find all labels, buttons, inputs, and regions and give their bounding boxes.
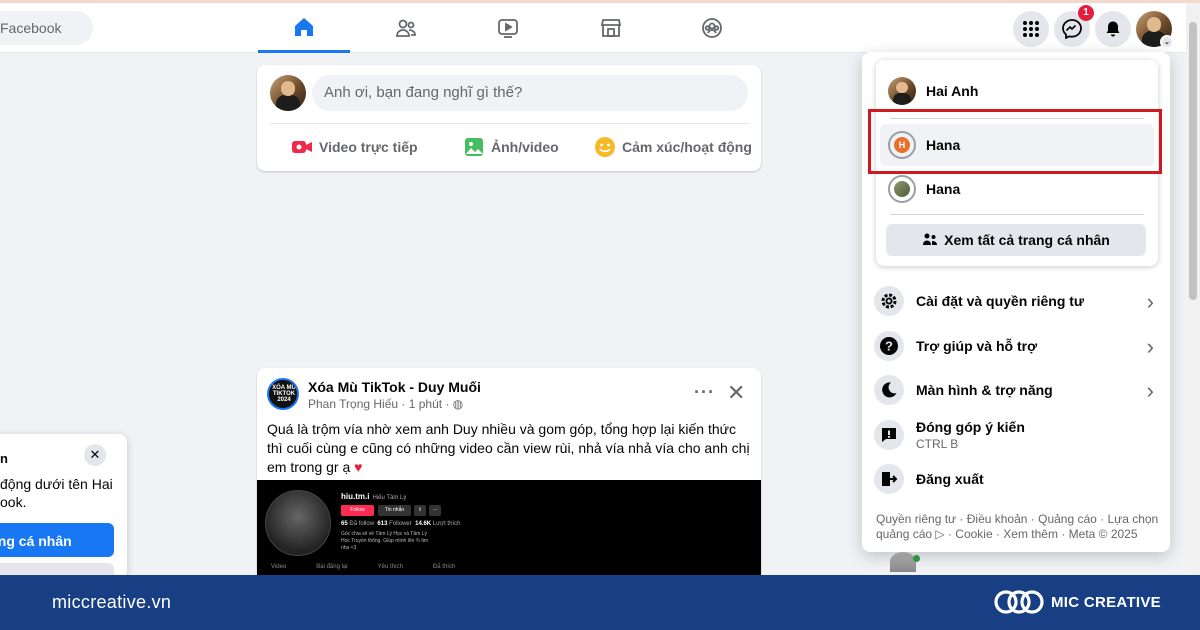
menu-grid-button[interactable] [1013, 11, 1049, 47]
feedback-icon [874, 420, 904, 450]
chevron-right-icon: › [1146, 378, 1154, 403]
messenger-icon [1062, 19, 1082, 39]
feeling-label: Cảm xúc/hoạt động [622, 139, 752, 155]
toast-title: n [0, 451, 8, 466]
bell-icon [1106, 21, 1120, 37]
messenger-button[interactable]: 1 [1054, 5, 1094, 47]
profile-avatar [888, 77, 916, 105]
tiktok-tab: Bài đăng lại [316, 564, 348, 570]
menu-item-help[interactable]: ? Trợ giúp và hỗ trợ › [872, 325, 1162, 367]
post-meta: Phan Trọng Hiếu · 1 phút · ◍ [308, 397, 464, 411]
contact-avatar[interactable] [890, 552, 916, 572]
top-navbar: Facebook 1 ⌄ [0, 3, 1200, 53]
svg-text:?: ? [885, 339, 893, 354]
search-input[interactable]: Facebook [0, 11, 93, 45]
online-indicator [913, 555, 920, 562]
mic-creative-logo-icon [994, 590, 1044, 614]
marketplace-icon [600, 19, 622, 37]
feedback-label: Đóng góp ý kiến [916, 419, 1025, 435]
friends-icon [396, 19, 416, 37]
composer-avatar[interactable] [270, 75, 306, 111]
scrollbar-thumb[interactable] [1189, 22, 1197, 300]
post-time[interactable]: 1 phút [409, 397, 442, 411]
grid-icon [1023, 21, 1039, 37]
moon-icon [874, 375, 904, 405]
brand-name: MIC CREATIVE [1051, 594, 1161, 611]
chevron-down-icon[interactable]: ⌄ [1160, 35, 1174, 49]
post-text: Quá là trộm vía nhờ xem anh Duy nhiều và… [267, 421, 750, 475]
logout-icon [874, 464, 904, 494]
post-group-title[interactable]: Xóa Mù TikTok - Duy Muối [308, 379, 481, 395]
tab-friends[interactable] [360, 3, 452, 53]
toast-body: động dưới tên Hai ook. [0, 476, 113, 510]
photo-video-label: Ảnh/video [491, 139, 559, 155]
brand-website: miccreative.vn [52, 592, 172, 612]
search-placeholder: Facebook [0, 20, 62, 36]
footer-links[interactable]: Quyền riêng tư · Điều khoản · Quảng cáo … [876, 512, 1160, 542]
menu-item-settings[interactable]: Cài đặt và quyền riêng tư › [872, 280, 1162, 322]
tiktok-bio: Góc chia sẻ về Tâm Lý Học và Tâm Lý Học … [341, 531, 428, 551]
more-options-icon[interactable]: ··· [694, 382, 715, 403]
question-icon: ? [874, 331, 904, 361]
tab-marketplace[interactable] [565, 3, 657, 53]
feed-post: XÓA MÙ TIKTOK 2024 Xóa Mù TikTok - Duy M… [257, 368, 761, 582]
people-icon [923, 233, 938, 245]
profile-separator [890, 214, 1144, 215]
tiktok-avatar [265, 490, 331, 556]
photo-video-button[interactable]: Ảnh/video [463, 131, 559, 163]
close-icon[interactable]: ✕ [727, 380, 745, 406]
live-video-icon [292, 141, 312, 153]
toast-close-icon[interactable]: ✕ [84, 444, 106, 466]
tiktok-follow-button: Follow [341, 505, 374, 516]
profile-name: Hana [926, 181, 961, 197]
heart-icon: ♥ [354, 459, 363, 475]
tiktok-username: hiu.tm.i Hiếu Tâm Lý [341, 492, 407, 501]
tiktok-message-button: Tin nhắn [378, 505, 411, 516]
composer-divider [270, 123, 748, 124]
branding-bar: miccreative.vn MIC CREATIVE [0, 575, 1200, 630]
toast-primary-button[interactable]: ang cá nhân [0, 523, 114, 557]
tiktok-tab: Đã thích [432, 564, 456, 570]
photo-icon [465, 138, 483, 156]
post-composer: Anh ơi, bạn đang nghĩ gì thế? Video trực… [257, 65, 761, 171]
profile-item-hana[interactable]: Hana [880, 168, 1154, 210]
tab-watch[interactable] [462, 3, 554, 53]
globe-icon: ◍ [452, 397, 464, 411]
feeling-button[interactable]: Cảm xúc/hoạt động [594, 131, 752, 163]
tiktok-tab: Video [271, 564, 287, 570]
post-author[interactable]: Phan Trọng Hiếu [308, 397, 398, 411]
live-video-button[interactable]: Video trực tiếp [291, 131, 418, 163]
tab-home[interactable] [258, 3, 350, 53]
menu-item-logout[interactable]: Đăng xuất [872, 458, 1162, 500]
tiktok-tabs: Video Bài đăng lại Yêu thích Đã thích [271, 564, 455, 570]
tiktok-stats: 65 Đã follow 613 Follower 14.6K Lượt thí… [341, 521, 461, 527]
chevron-right-icon: › [1146, 334, 1154, 359]
watch-icon [498, 19, 518, 38]
groups-icon [702, 18, 722, 38]
see-all-label: Xem tất cả trang cá nhân [944, 232, 1110, 248]
group-avatar[interactable]: XÓA MÙ TIKTOK 2024 [267, 378, 299, 410]
feedback-shortcut: CTRL B [916, 437, 959, 451]
messenger-badge: 1 [1078, 5, 1094, 21]
chevron-right-icon: › [1146, 289, 1154, 314]
home-icon [295, 17, 313, 36]
profile-item-hai-anh[interactable]: Hai Anh [880, 70, 1154, 112]
menu-item-feedback[interactable]: Đóng góp ý kiến CTRL B [872, 414, 1162, 456]
tiktok-more-icon: ··· [429, 505, 441, 516]
tiktok-add-icon: ⇪ [414, 505, 426, 516]
post-media[interactable]: hiu.tm.i Hiếu Tâm Lý Follow Tin nhắn ⇪ ··… [257, 480, 761, 582]
tiktok-tab: Yêu thích [377, 564, 403, 570]
notifications-button[interactable] [1095, 11, 1131, 47]
see-all-profiles-button[interactable]: Xem tất cả trang cá nhân [886, 224, 1146, 256]
profile-switch-toast: n ✕ động dưới tên Hai ook. ang cá nhân [0, 434, 127, 579]
live-video-label: Video trực tiếp [319, 139, 418, 155]
switch-profile-icon [888, 175, 916, 203]
composer-input[interactable]: Anh ơi, bạn đang nghĩ gì thế? [312, 75, 748, 111]
tab-groups[interactable] [666, 3, 758, 53]
menu-item-display[interactable]: Màn hình & trợ năng › [872, 369, 1162, 411]
highlight-annotation-box [868, 109, 1162, 174]
gear-icon [874, 286, 904, 316]
smile-icon [595, 137, 615, 157]
profile-name: Hai Anh [926, 83, 979, 99]
